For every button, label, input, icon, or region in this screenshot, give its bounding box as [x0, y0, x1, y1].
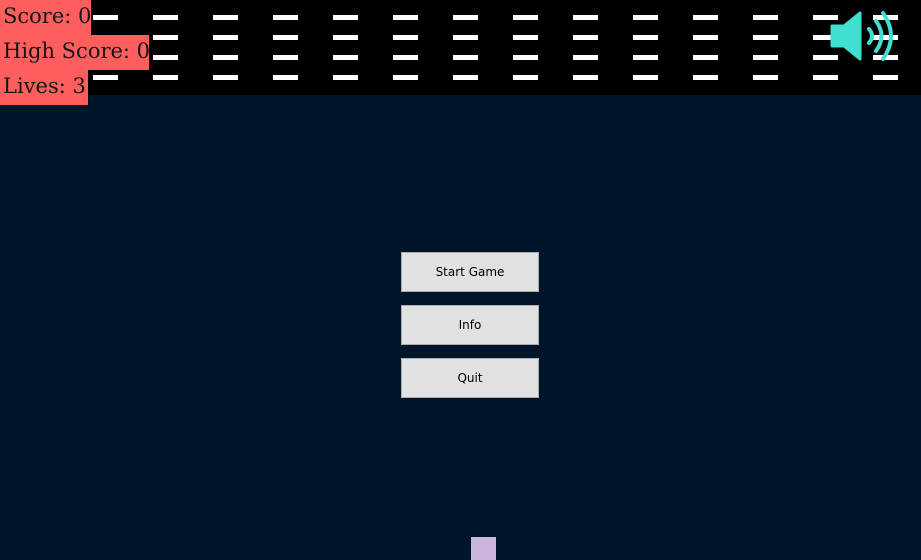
brick	[393, 15, 418, 20]
brick	[693, 35, 718, 40]
brick	[633, 35, 658, 40]
brick	[453, 15, 478, 20]
brick	[753, 75, 778, 80]
brick	[333, 35, 358, 40]
brick	[633, 55, 658, 60]
brick	[513, 35, 538, 40]
brick	[513, 75, 538, 80]
brick	[453, 35, 478, 40]
game-canvas: Score: 0 High Score: 0 Lives: 3 Start Ga…	[0, 0, 921, 560]
brick	[273, 35, 298, 40]
brick	[573, 15, 598, 20]
high-score-label: High Score: 0	[0, 35, 150, 70]
brick	[273, 55, 298, 60]
brick	[813, 75, 838, 80]
brick	[213, 75, 238, 80]
brick	[513, 55, 538, 60]
brick	[453, 55, 478, 60]
brick	[573, 35, 598, 40]
brick	[393, 75, 418, 80]
brick	[393, 35, 418, 40]
brick	[213, 15, 238, 20]
brick	[633, 75, 658, 80]
brick	[573, 55, 598, 60]
brick	[753, 55, 778, 60]
start-game-button[interactable]: Start Game	[401, 252, 539, 292]
brick	[153, 15, 178, 20]
brick	[153, 55, 178, 60]
brick	[153, 35, 178, 40]
brick	[873, 75, 898, 80]
info-button[interactable]: Info	[401, 305, 539, 345]
brick	[753, 35, 778, 40]
brick	[273, 15, 298, 20]
brick	[93, 15, 118, 20]
brick	[513, 15, 538, 20]
brick	[693, 75, 718, 80]
brick	[633, 15, 658, 20]
brick	[333, 15, 358, 20]
brick	[393, 55, 418, 60]
brick	[753, 15, 778, 20]
paddle[interactable]	[471, 537, 496, 560]
brick	[93, 75, 118, 80]
brick	[153, 75, 178, 80]
quit-button[interactable]: Quit	[401, 358, 539, 398]
brick	[213, 35, 238, 40]
brick	[453, 75, 478, 80]
sound-toggle-button[interactable]	[830, 10, 902, 62]
brick	[213, 55, 238, 60]
speaker-volume-icon	[830, 11, 893, 61]
brick	[333, 75, 358, 80]
score-label: Score: 0	[0, 0, 91, 35]
brick	[573, 75, 598, 80]
brick	[693, 55, 718, 60]
lives-label: Lives: 3	[0, 70, 88, 105]
brick	[273, 75, 298, 80]
brick	[693, 15, 718, 20]
brick	[333, 55, 358, 60]
